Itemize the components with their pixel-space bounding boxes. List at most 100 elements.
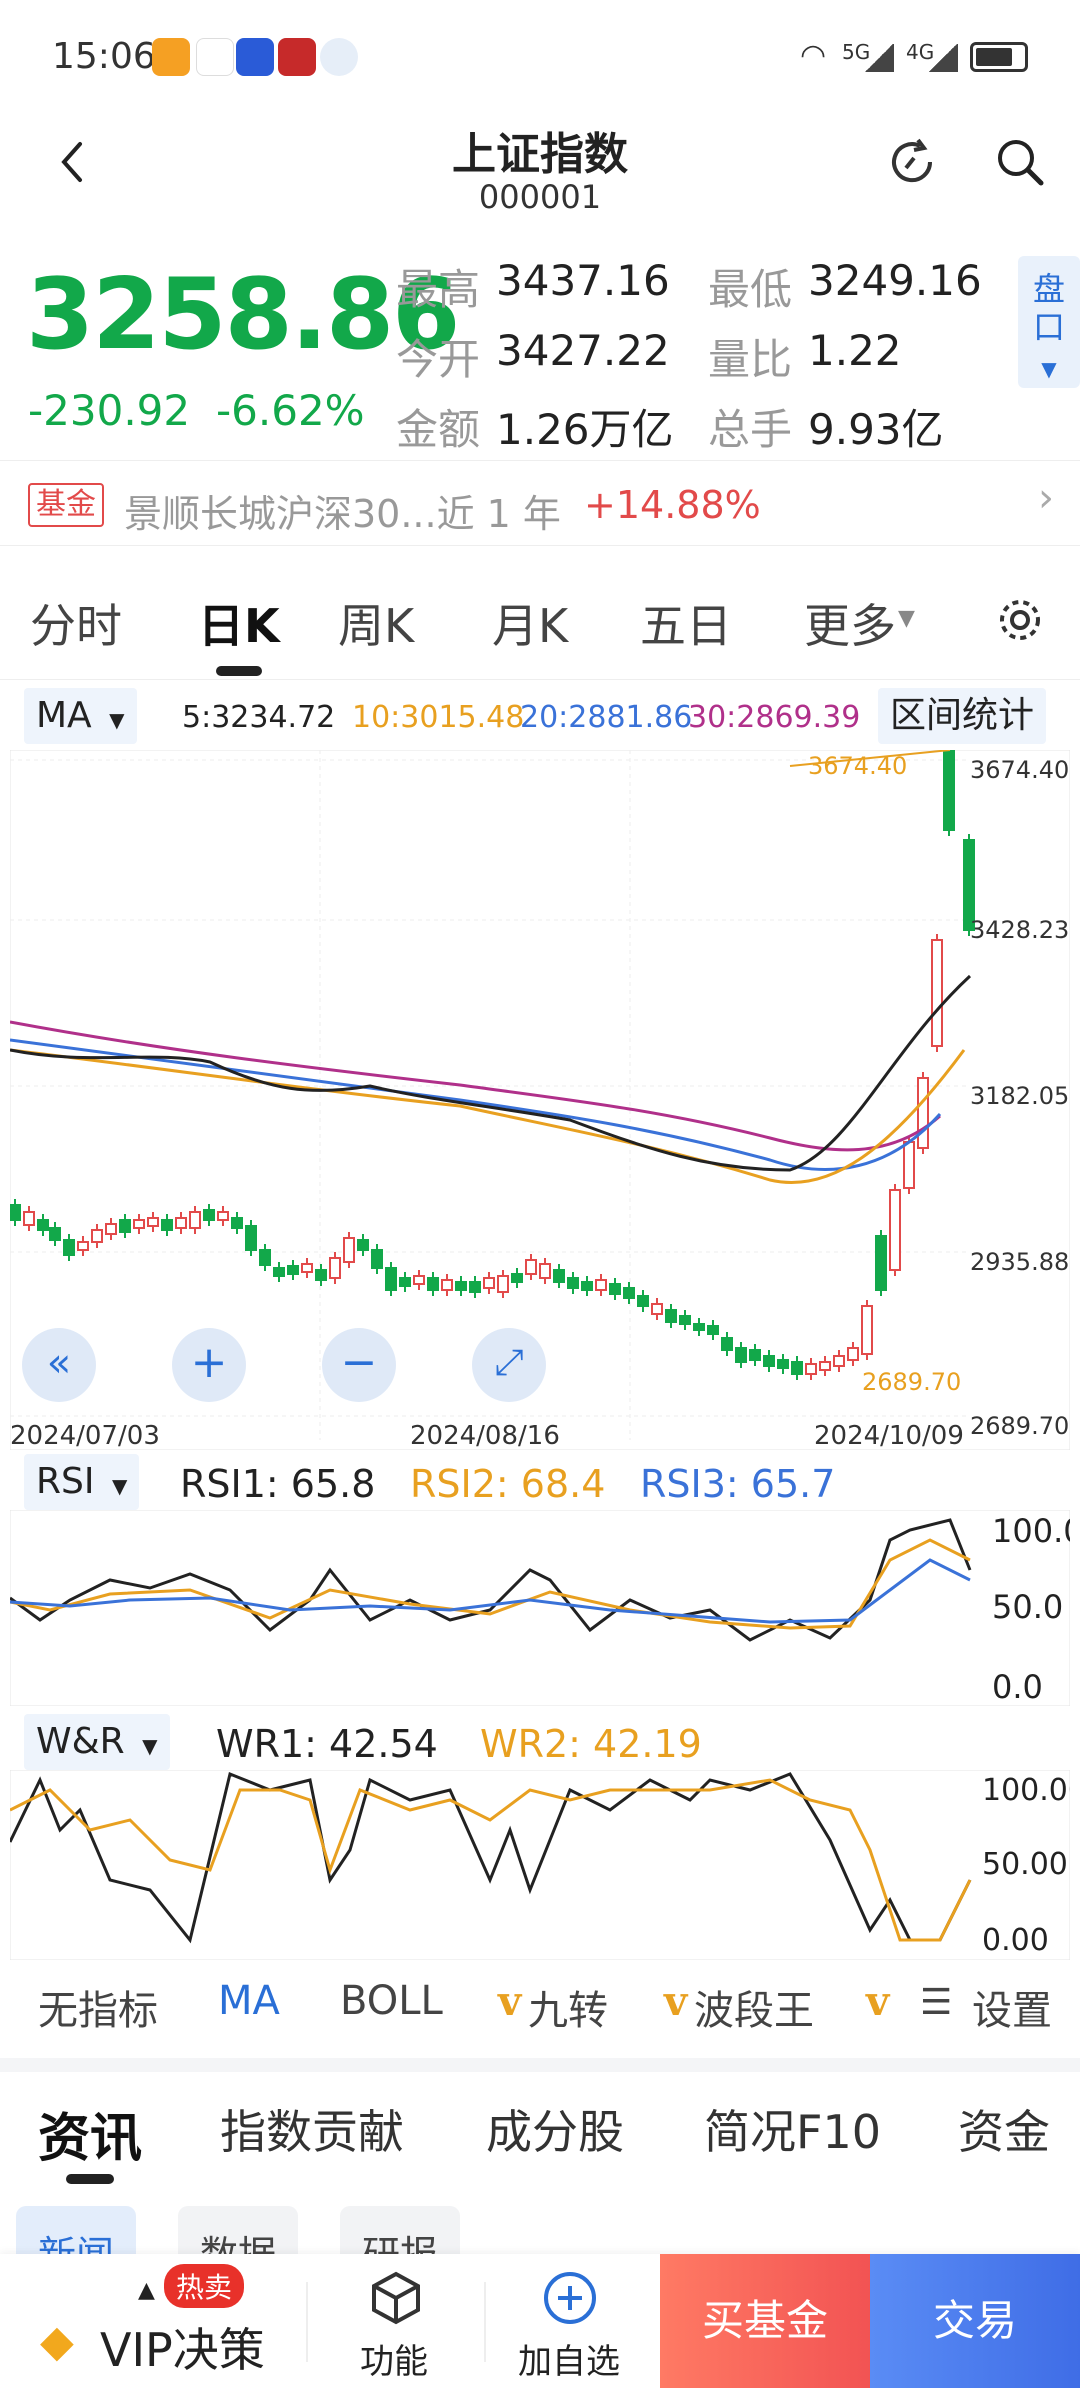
rsi-frame (10, 1510, 1070, 1706)
candle-body (413, 1275, 425, 1285)
buy-fund-button[interactable]: 买基金 (660, 2254, 870, 2388)
date-axis-label: 2024/08/16 (410, 1421, 560, 1450)
candle-body (259, 1249, 271, 1266)
candle-body (371, 1249, 383, 1269)
price-change: -230.92 (28, 386, 191, 435)
candle-body (231, 1217, 243, 1229)
add-watchlist-button[interactable]: 加自选 (496, 2254, 646, 2388)
tab-five-day[interactable]: 五日 (640, 590, 732, 656)
candle-body (847, 1347, 859, 1361)
price-axis-label: 2689.70 (970, 1412, 1069, 1440)
fund-name: 景顺长城沪深30...近 1 年 (124, 492, 561, 536)
rsi-axis-label: 100.0 (992, 1512, 1070, 1550)
fund-banner[interactable]: 基金 景顺长城沪深30...近 1 年 +14.88% › (0, 460, 1080, 546)
price-axis-label: 3674.40 (970, 756, 1069, 784)
divider (484, 2282, 486, 2362)
tab-more[interactable]: 更多 (804, 590, 896, 656)
range-stats-button[interactable]: 区间统计 (878, 688, 1047, 744)
stat-volume-value: 9.93亿 (808, 405, 944, 454)
fund-tag: 基金 (28, 483, 104, 527)
candle-body (581, 1281, 593, 1291)
indicator-settings[interactable]: 设置 (972, 1978, 1052, 2036)
indicator-ma[interactable]: MA (218, 1978, 280, 2024)
candle-body (37, 1219, 49, 1231)
candle-body (693, 1323, 705, 1331)
candle-body (455, 1281, 467, 1291)
rsi-selector[interactable]: RSI ▼ (24, 1454, 140, 1510)
candle-body (91, 1229, 103, 1243)
tab-capital[interactable]: 资金 (958, 2096, 1050, 2162)
zoom-out-button[interactable]: − (322, 1328, 396, 1402)
tab-underline (216, 666, 262, 676)
wr2-line (10, 1778, 972, 1942)
price-axis-label: 2935.88 (970, 1248, 1069, 1276)
stat-volratio-value: 1.22 (808, 326, 902, 375)
candle-body (665, 1309, 677, 1323)
indicator-boduanwang[interactable]: 波段王 (694, 1978, 814, 2036)
cube-icon (372, 2271, 420, 2325)
tab-weekly-k[interactable]: 周K (338, 590, 414, 656)
search-button[interactable] (988, 130, 1052, 194)
app-icon-2 (196, 38, 234, 76)
ma-selector[interactable]: MA ▼ (24, 688, 137, 744)
kline-date-axis: 2024/07/03 2024/08/16 2024/10/09 (10, 1421, 964, 1450)
tab-constituents[interactable]: 成分股 (486, 2096, 624, 2162)
rsi-bar: RSI ▼ RSI1: 65.8 RSI2: 68.4 RSI3: 65.7 (0, 1454, 1080, 1510)
candle-body (805, 1363, 817, 1375)
tab-index-contribution[interactable]: 指数贡献 (220, 2096, 404, 2162)
price-axis-label: 3182.05 (970, 1082, 1069, 1110)
tab-monthly-k[interactable]: 月K (492, 590, 568, 656)
candle-body (399, 1277, 411, 1287)
pankou-button[interactable]: 盘口 ▼ (1018, 256, 1080, 388)
indicator-row: 无指标 MA BOLL v 九转 v 波段王 v ☰ 设置 (0, 1968, 1080, 2040)
candle-body (245, 1225, 257, 1251)
indicator-boll[interactable]: BOLL (340, 1978, 443, 2024)
candle-body (833, 1355, 845, 1367)
kline-tabs: 分时 日K 周K 月K 五日 更多 ▼ (0, 560, 1080, 680)
tab-daily-k[interactable]: 日K (198, 590, 280, 656)
candle-body (679, 1315, 691, 1325)
stat-low-value: 3249.16 (808, 256, 982, 305)
fullscreen-button[interactable]: ⤢ (472, 1328, 546, 1402)
wr-chart[interactable]: 100.00 50.00 0.00 (10, 1770, 1070, 1960)
function-button[interactable]: 功能 (320, 2254, 470, 2388)
add-watchlist-label: 加自选 (518, 2342, 620, 2382)
tab-news-info[interactable]: 资讯 (38, 2096, 142, 2171)
wr2-value: WR2: 42.19 (480, 1722, 702, 1766)
refresh-button[interactable] (880, 130, 944, 194)
candle-body (763, 1355, 775, 1367)
zoom-in-button[interactable]: + (172, 1328, 246, 1402)
candle-body (189, 1211, 201, 1229)
candle-body (777, 1359, 789, 1369)
trade-button[interactable]: 交易 (870, 2254, 1080, 2388)
vip-v-icon: v (498, 1978, 522, 2025)
caret-down-icon: ▼ (1041, 357, 1057, 381)
app-icon-3 (236, 38, 274, 76)
tab-intraday[interactable]: 分时 (30, 590, 122, 656)
rewind-button[interactable]: « (22, 1328, 96, 1402)
wr1-value: WR1: 42.54 (216, 1722, 438, 1766)
function-label: 功能 (360, 2342, 428, 2382)
candle-body (567, 1277, 579, 1289)
candle-body (735, 1347, 747, 1363)
kline-ma-lines (10, 750, 972, 1185)
wifi-icon: ◠ (800, 38, 827, 73)
candle-body (63, 1239, 75, 1256)
candle-body (931, 939, 943, 1047)
current-price: 3258.86 (26, 258, 460, 372)
candle-body (875, 1235, 887, 1291)
indicator-jiuzhuan[interactable]: 九转 (528, 1978, 608, 2036)
gear-icon[interactable] (994, 594, 1046, 650)
rsi-chart[interactable]: 100.0 50.0 0.0 (10, 1510, 1070, 1706)
vip-decision-button[interactable]: ◆ VIP决策 ▲ 热卖 (0, 2254, 300, 2388)
candle-body (315, 1269, 327, 1281)
signal-4g-icon (928, 44, 958, 72)
status-time: 15:06 (52, 36, 156, 77)
tab-f10[interactable]: 简况F10 (704, 2096, 881, 2162)
caret-down-icon: ▼ (142, 1734, 158, 1758)
wr-selector[interactable]: W&R ▼ (24, 1714, 170, 1770)
wr-bar: W&R ▼ WR1: 42.54 WR2: 42.19 (0, 1714, 1080, 1770)
rsi-selector-label: RSI (36, 1461, 95, 1502)
indicator-none[interactable]: 无指标 (38, 1978, 158, 2036)
caret-up-icon: ▲ (138, 2278, 155, 2303)
